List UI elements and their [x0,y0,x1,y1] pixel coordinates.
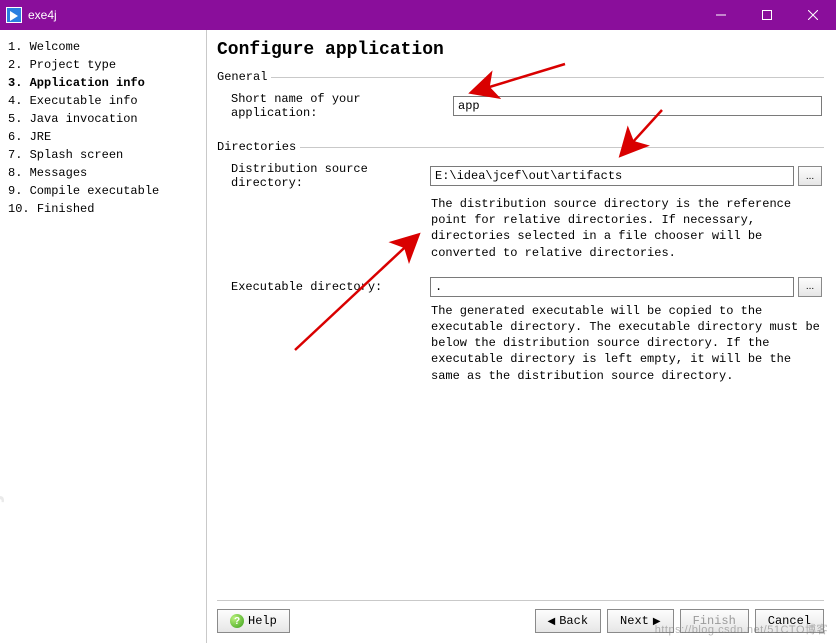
sidebar-item[interactable]: Compile executable [8,182,200,200]
ellipsis-icon: ... [806,281,814,292]
window-title: exe4j [28,8,698,22]
exec-dir-browse-button[interactable]: ... [798,277,822,297]
minimize-button[interactable] [698,0,744,30]
close-button[interactable] [790,0,836,30]
main-panel: Configure application General Short name… [207,30,836,643]
sidebar-item[interactable]: JRE [8,128,200,146]
corner-watermark: https://blog.csdn.net/51CTO博客 [655,621,828,637]
titlebar: exe4j [0,0,836,30]
sidebar: Welcome Project type Application info Ex… [0,30,207,643]
dist-dir-label: Distribution source directory: [231,162,426,190]
page-title: Configure application [217,40,824,60]
step-list: Welcome Project type Application info Ex… [8,38,200,218]
sidebar-watermark: exe4j [0,492,6,583]
dist-dir-browse-button[interactable]: ... [798,166,822,186]
maximize-button[interactable] [744,0,790,30]
exec-dir-desc: The generated executable will be copied … [217,297,824,392]
help-button[interactable]: ? Help [217,609,290,633]
general-legend: General [217,70,271,84]
sidebar-item[interactable]: Java invocation [8,110,200,128]
exec-dir-label: Executable directory: [231,280,426,294]
sidebar-item[interactable]: Welcome [8,38,200,56]
directories-group: Directories Distribution source director… [217,140,824,392]
short-name-input[interactable] [453,96,822,116]
dist-dir-desc: The distribution source directory is the… [217,190,824,269]
directories-legend: Directories [217,140,300,154]
help-icon: ? [230,614,244,628]
sidebar-item[interactable]: Executable info [8,92,200,110]
app-icon [6,7,22,23]
exec-dir-input[interactable] [430,277,794,297]
short-name-label: Short name of your application: [231,92,447,120]
general-group: General Short name of your application: [217,70,824,130]
sidebar-item[interactable]: Finished [8,200,200,218]
back-button[interactable]: ◀Back [535,609,602,633]
next-label: Next [620,614,649,628]
dist-dir-input[interactable] [430,166,794,186]
sidebar-item[interactable]: Messages [8,164,200,182]
sidebar-item[interactable]: Project type [8,56,200,74]
window-controls [698,0,836,30]
ellipsis-icon: ... [806,171,814,182]
sidebar-item[interactable]: Application info [8,74,200,92]
help-label: Help [248,614,277,628]
sidebar-item[interactable]: Splash screen [8,146,200,164]
arrow-left-icon: ◀ [548,616,556,627]
back-label: Back [559,614,588,628]
